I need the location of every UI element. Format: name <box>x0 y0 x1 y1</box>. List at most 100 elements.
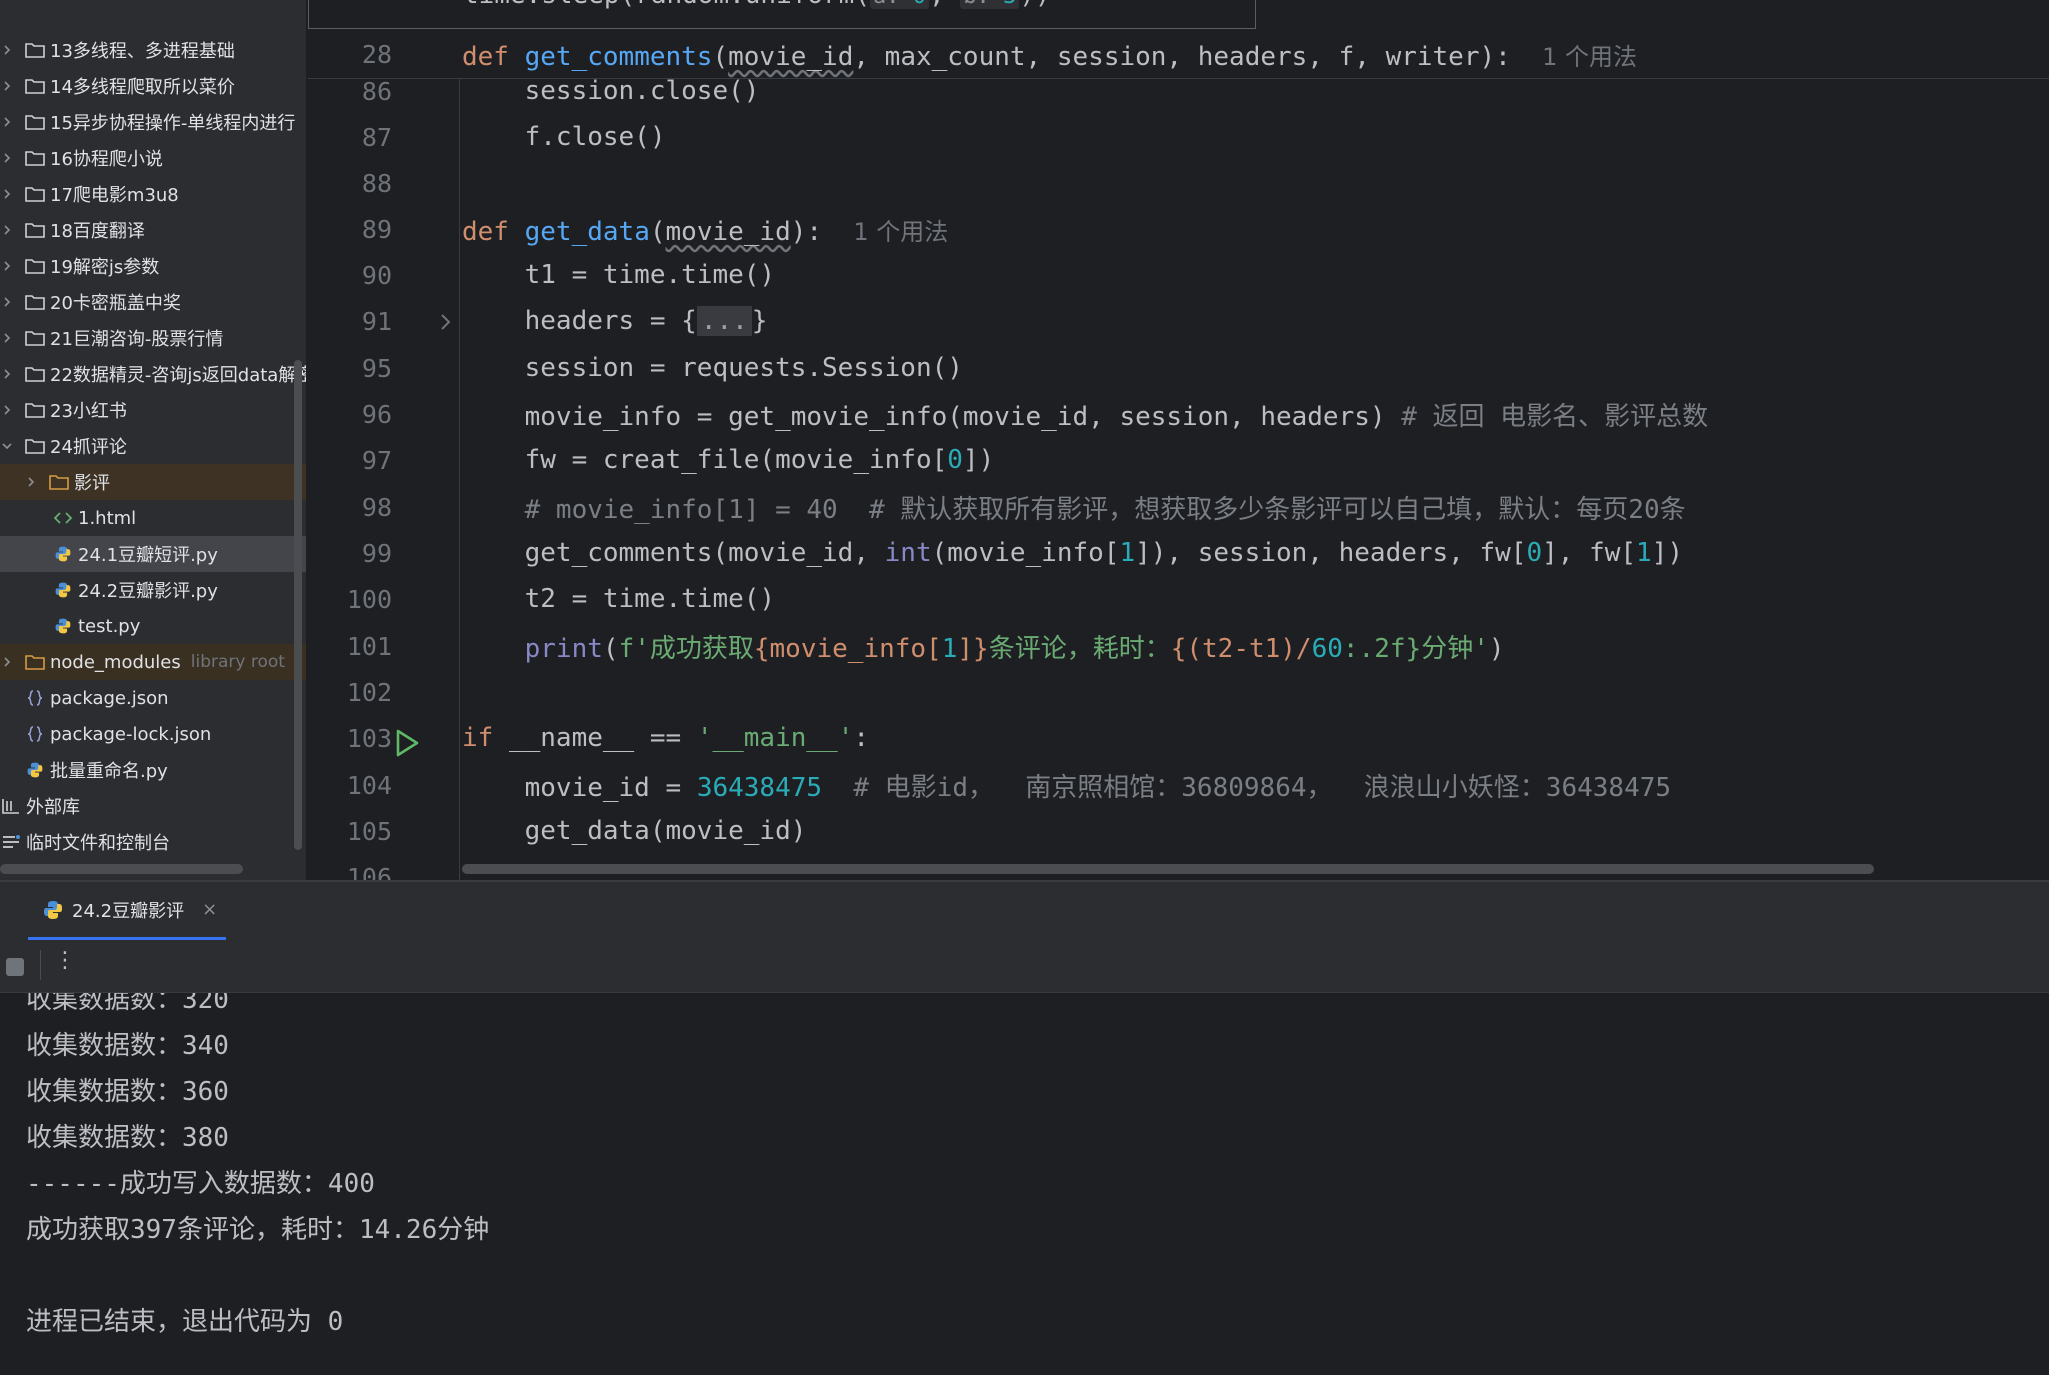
tree-item[interactable]: 外部库 <box>0 788 306 824</box>
tree-item[interactable]: 16协程爬小说 <box>0 140 306 176</box>
code-line-104[interactable]: 104 movie_id = 36438475 # 电影id， 南京照相馆：36… <box>308 762 2049 808</box>
chevron-right-icon[interactable] <box>0 115 14 129</box>
tree-item-label: 20卡密瓶盖中奖 <box>50 293 181 314</box>
chevron-right-icon[interactable] <box>0 187 14 201</box>
number-literal: 1 <box>1636 538 1652 568</box>
code-line-103[interactable]: 103 if __name__ == '__main__': <box>308 715 2049 761</box>
chevron-right-icon[interactable] <box>0 295 14 309</box>
close-icon[interactable]: × <box>202 899 217 920</box>
code-text: session.close() <box>462 76 760 106</box>
code-line-88[interactable]: 88 <box>308 160 2049 206</box>
tree-item[interactable]: 影评 <box>0 464 306 500</box>
console-output[interactable]: 收集数据数：320 收集数据数：340 收集数据数：360 收集数据数：380 ----… <box>0 993 2049 1375</box>
tree-item[interactable]: 22数据精灵-咨询js返回data解密 <box>0 356 306 392</box>
console-line: 成功获取397条评论，耗时：14.26分钟 <box>26 1215 490 1245</box>
code-line-95[interactable]: 95 session = requests.Session() <box>308 345 2049 391</box>
code-part: ]) <box>962 445 995 475</box>
tree-item[interactable]: 24抓评论 <box>0 428 306 464</box>
usage-hint[interactable]: 1 个用法 <box>853 218 948 246</box>
line-number: 28 <box>361 39 392 69</box>
chevron-right-icon[interactable] <box>0 151 14 165</box>
code-line-98[interactable]: 98 # movie_info[1] = 40 # 默认获取所有影评，想获取多少… <box>308 484 2049 530</box>
folder-icon <box>24 651 46 673</box>
paren: ( <box>602 633 619 664</box>
chevron-right-icon[interactable] <box>0 367 14 381</box>
line-number: 91 <box>361 306 392 336</box>
tree-item[interactable]: 24.2豆瓣影评.py <box>0 572 306 608</box>
tree-vertical-scrollbar[interactable] <box>294 360 302 850</box>
chevron-right-icon[interactable] <box>0 223 14 237</box>
run-tab[interactable]: 24.2豆瓣影评 × <box>28 882 226 940</box>
tree-item[interactable]: 14多线程爬取所以菜价 <box>0 68 306 104</box>
fstring-expr: {movie_info[ <box>753 633 942 664</box>
code-line-97[interactable]: 97 fw = creat_file(movie_info[0]) <box>308 437 2049 483</box>
tree-item[interactable]: node_modules library root <box>0 644 306 680</box>
tree-item[interactable]: 13多线程、多进程基础 <box>0 32 306 68</box>
peek-line-78[interactable]: 78 time.sleep(random.uniform(a: 0, b: 3)… <box>308 0 1256 29</box>
code-part: } <box>751 306 768 336</box>
run-gutter-icon[interactable] <box>394 728 420 758</box>
fold-chevron-icon[interactable] <box>438 310 454 332</box>
chevron-right-icon[interactable] <box>24 475 38 489</box>
folder-icon <box>24 147 46 169</box>
usage-hint[interactable]: 1 个用法 <box>1542 43 1637 71</box>
tree-item[interactable]: 17爬电影m3u8 <box>0 176 306 212</box>
tree-item[interactable]: 19解密js参数 <box>0 248 306 284</box>
more-options-icon[interactable]: ⋮ <box>54 948 76 973</box>
code-line-96[interactable]: 96 movie_info = get_movie_info(movie_id,… <box>308 391 2049 437</box>
code-part: headers = { <box>462 306 697 336</box>
tree-item-label: 16协程爬小说 <box>50 149 163 170</box>
tree-item[interactable]: 15异步协程操作-单线程内进行 <box>0 104 306 140</box>
sticky-scope-header[interactable]: 28 def get_comments(movie_id, max_count,… <box>308 30 2049 79</box>
tree-item[interactable]: 临时文件和控制台 <box>0 824 306 860</box>
function-name: get_data <box>524 216 650 247</box>
tree-item[interactable]: 21巨潮咨询-股票行情 <box>0 320 306 356</box>
html-file-icon <box>52 507 74 529</box>
tree-item[interactable]: package-lock.json <box>0 716 306 752</box>
tree-item[interactable]: 1.html <box>0 500 306 536</box>
tree-item[interactable]: package.json <box>0 680 306 716</box>
code-line-105[interactable]: 105 get_data(movie_id) <box>308 808 2049 854</box>
chevron-right-icon[interactable] <box>0 43 14 57</box>
json-file-icon <box>24 723 46 745</box>
stop-button[interactable] <box>6 958 24 976</box>
tree-item[interactable]: 20卡密瓶盖中奖 <box>0 284 306 320</box>
tree-horizontal-scrollbar[interactable] <box>0 864 243 874</box>
code-part: ]) <box>1651 538 1683 568</box>
code-line-101[interactable]: 101 print(f'成功获取{movie_info[1]}条评论，耗时：{(… <box>308 623 2049 669</box>
number-literal: 1 <box>1119 538 1136 568</box>
code-line-102[interactable]: 102 <box>308 669 2049 715</box>
json-file-icon <box>24 687 46 709</box>
code-line-90[interactable]: 90 t1 = time.time() <box>308 252 2049 298</box>
editor-horizontal-scrollbar[interactable] <box>462 864 1874 874</box>
tree-item[interactable]: 24.1豆瓣短评.py <box>0 536 306 572</box>
number-literal: 36438475 <box>696 772 823 803</box>
code-text: get_comments(movie_id, int(movie_info[1]… <box>462 538 1683 568</box>
tree-item[interactable]: 18百度翻译 <box>0 212 306 248</box>
code-editor[interactable]: 86 session.close() 87 f.close() 88 89 de… <box>308 0 2049 880</box>
sticky-line[interactable]: 28 def get_comments(movie_id, max_count,… <box>308 31 2049 77</box>
python-file-icon <box>52 543 74 565</box>
code-line-91[interactable]: 91 headers = {...} <box>308 298 2049 344</box>
run-tab-label: 24.2豆瓣影评 <box>72 900 185 922</box>
code-line-100[interactable]: 100 t2 = time.time() <box>308 576 2049 622</box>
code-line-89[interactable]: 89 def get_data(movie_id): 1 个用法 <box>308 206 2049 252</box>
chevron-right-icon[interactable] <box>0 331 14 345</box>
folded-region[interactable]: ... <box>696 306 752 336</box>
paren: ): <box>790 216 823 247</box>
tree-item[interactable]: test.py <box>0 608 306 644</box>
code-line-87[interactable]: 87 f.close() <box>308 114 2049 160</box>
chevron-right-icon[interactable] <box>0 259 14 273</box>
chevron-right-icon[interactable] <box>0 79 14 93</box>
code-text: def get_data(movie_id): 1 个用法 <box>462 212 948 247</box>
line-number: 102 <box>346 677 392 707</box>
code-line-99[interactable]: 99 get_comments(movie_id, int(movie_info… <box>308 530 2049 576</box>
chevron-right-icon[interactable] <box>0 403 14 417</box>
code-text: headers = {...} <box>462 306 767 336</box>
chevron-down-icon[interactable] <box>0 439 14 453</box>
line-number: 90 <box>361 260 392 290</box>
chevron-right-icon[interactable] <box>0 655 14 669</box>
tree-item[interactable]: 批量重命名.py <box>0 752 306 788</box>
number-literal: 0 <box>947 445 963 475</box>
tree-item[interactable]: 23小红书 <box>0 392 306 428</box>
